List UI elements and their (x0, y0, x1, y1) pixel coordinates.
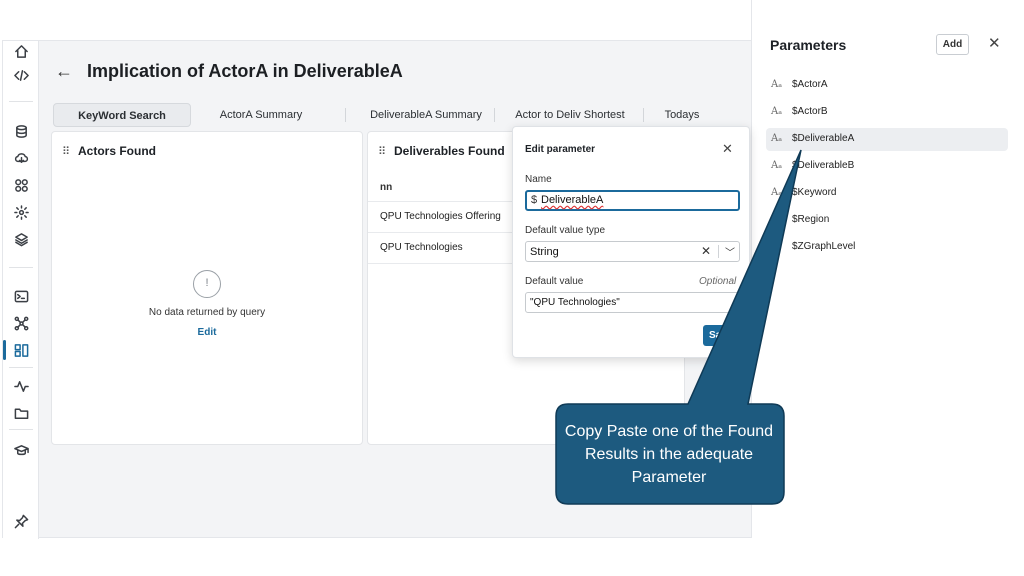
default-value-label: Default value (525, 276, 584, 287)
cloud-download-icon[interactable] (11, 148, 31, 168)
database-icon[interactable] (11, 121, 31, 141)
tab-divider (345, 108, 346, 122)
default-type-label: Default value type (525, 225, 606, 236)
clear-icon[interactable]: ✕ (701, 244, 711, 258)
parameter-name: $ActorA (792, 79, 828, 90)
parameter-item[interactable]: # $ZGraphLevel (766, 236, 1008, 259)
empty-state-text: No data returned by query (148, 307, 266, 318)
card-title: Deliverables Found (394, 144, 505, 158)
parameters-title: Parameters (770, 37, 847, 53)
default-type-select[interactable]: String ✕ ﹀ (525, 241, 740, 262)
terminal-icon[interactable] (11, 286, 31, 306)
dollar-prefix: $ (531, 194, 538, 206)
card-title: Actors Found (78, 144, 156, 158)
parameter-name-value: DeliverableA (541, 194, 604, 206)
learn-icon[interactable] (11, 440, 31, 460)
text-type-icon: Aₐ (771, 187, 783, 198)
number-type-icon: # (771, 241, 780, 252)
dialog-title: Edit parameter (525, 144, 596, 155)
rail-divider (9, 267, 33, 268)
parameter-item[interactable]: Aₐ $ActorA (766, 74, 1008, 97)
screen: ← Implication of ActorA in DeliverableA … (0, 0, 1024, 576)
apps-icon[interactable] (11, 175, 31, 195)
layers-icon[interactable] (11, 229, 31, 249)
tab-divider (643, 108, 644, 122)
home-icon[interactable] (11, 41, 31, 61)
parameter-item[interactable]: Aₐ $Keyword (766, 182, 1008, 205)
rail-divider (9, 101, 33, 102)
rail-divider (9, 429, 33, 430)
drag-handle-icon[interactable]: ⠿ (378, 145, 386, 158)
default-value-text: "QPU Technologies" (530, 297, 620, 308)
save-button[interactable]: Save (703, 325, 743, 346)
tab-keyword-search[interactable]: KeyWord Search (53, 103, 191, 127)
tab-divider (494, 108, 495, 122)
callout-text: Copy Paste one of the Found Results in t… (564, 423, 774, 486)
pin-icon[interactable] (11, 511, 31, 531)
selected-type: String (530, 246, 559, 258)
edit-parameter-dialog: Edit parameter ✕ Name $ DeliverableA Def… (512, 126, 750, 358)
text-type-icon: Aₐ (771, 160, 783, 171)
dashboard-tabs: KeyWord Search ActorA Summary Deliverabl… (53, 103, 753, 127)
text-type-icon: Aₐ (771, 214, 783, 225)
rail-active-indicator (3, 340, 6, 360)
parameter-item[interactable]: Aₐ $Region (766, 209, 1008, 232)
close-icon[interactable]: ✕ (722, 141, 733, 157)
parameter-name: $DeliverableB (792, 160, 855, 171)
default-value-input[interactable]: "QPU Technologies" (525, 292, 740, 313)
dashboard-icon[interactable] (11, 340, 31, 360)
table-cell: QPU Technologies (380, 242, 463, 253)
activity-icon[interactable] (11, 376, 31, 396)
drag-handle-icon[interactable]: ⠿ (62, 145, 70, 158)
back-button[interactable]: ← (55, 61, 73, 82)
parameter-item[interactable]: Aₐ $DeliverableB (766, 155, 1008, 178)
add-parameter-button[interactable]: Add (936, 34, 969, 55)
tab-actor-to-deliv-shortest[interactable]: Actor to Deliv Shortest (505, 103, 635, 127)
folder-icon[interactable] (11, 403, 31, 423)
table-cell: QPU Technologies Offering (380, 211, 501, 222)
parameters-panel: Parameters Add ✕ Aₐ $ActorA Aₐ $ActorB A… (751, 0, 1024, 538)
name-label: Name (525, 174, 552, 185)
rail-divider (9, 367, 33, 368)
chevron-down-icon[interactable]: ﹀ (725, 244, 735, 259)
page-title: Implication of ActorA in DeliverableA (87, 61, 403, 81)
parameter-name: $Region (792, 214, 830, 225)
parameter-name: $DeliverableA (792, 133, 855, 144)
parameter-name: $Keyword (792, 187, 837, 198)
parameter-name-input[interactable]: $ DeliverableA (525, 190, 740, 211)
close-icon[interactable]: ✕ (988, 34, 1001, 52)
parameter-item-selected[interactable]: Aₐ $DeliverableA (766, 128, 1008, 151)
code-icon[interactable] (11, 65, 31, 85)
left-rail (3, 41, 39, 539)
column-header-nn[interactable]: nn (380, 182, 392, 193)
tab-actora-summary[interactable]: ActorA Summary (195, 103, 327, 127)
selection-icon[interactable] (11, 202, 31, 222)
info-icon: ! (193, 270, 221, 298)
optional-label: Optional (699, 276, 737, 287)
text-type-icon: Aₐ (771, 79, 783, 90)
parameter-item[interactable]: Aₐ $ActorB (766, 101, 1008, 124)
tab-deliverablea-summary[interactable]: DeliverableA Summary (357, 103, 495, 127)
actors-found-card: ⠿ Actors Found ! No data returned by que… (51, 131, 363, 445)
parameter-name: $ZGraphLevel (792, 241, 856, 252)
graph-icon[interactable] (11, 313, 31, 333)
text-type-icon: Aₐ (771, 106, 783, 117)
edit-query-link[interactable]: Edit (52, 327, 362, 338)
text-type-icon: Aₐ (771, 133, 783, 144)
tab-todays[interactable]: Todays (653, 103, 711, 127)
parameter-name: $ActorB (792, 106, 828, 117)
select-divider (718, 245, 719, 258)
